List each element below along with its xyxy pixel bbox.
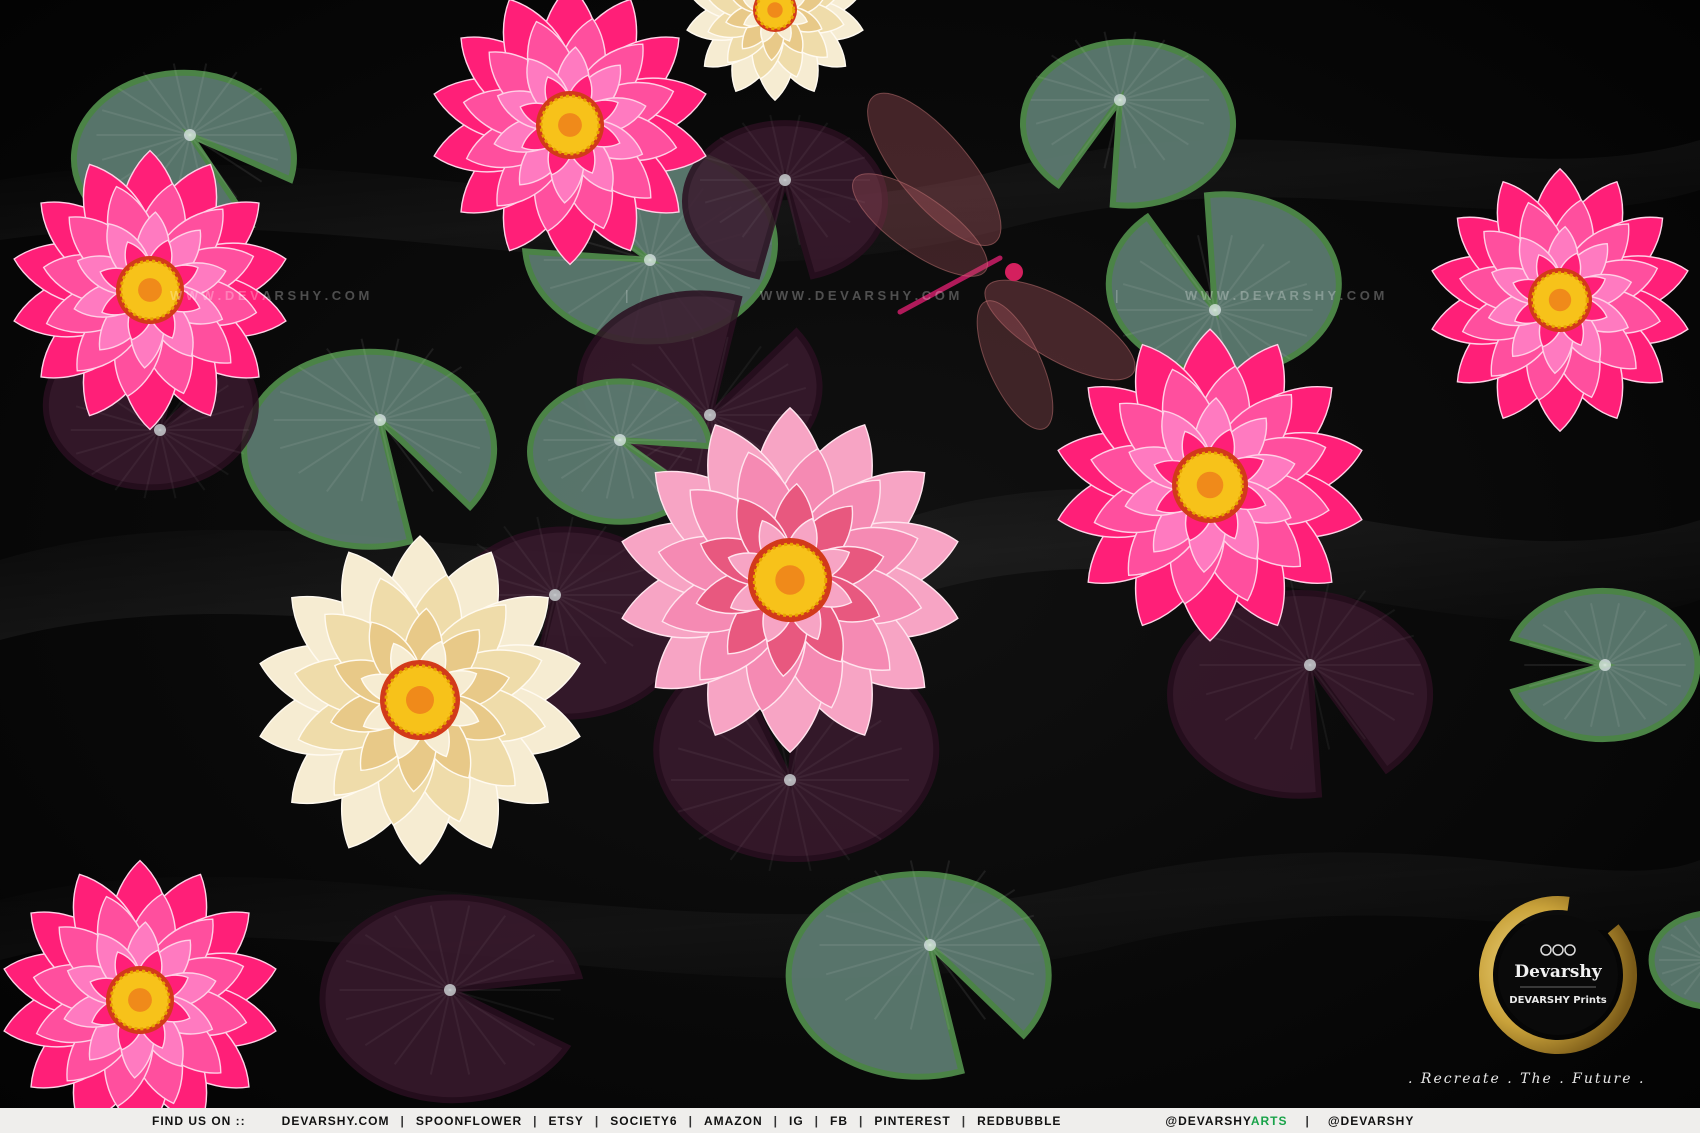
footer-separator: |	[688, 1113, 693, 1128]
footer-link-fb[interactable]: FB	[830, 1114, 848, 1128]
tagline-text: . Recreate . The . Future .	[1408, 1071, 1646, 1087]
logo-brand-name: Devarshy	[1514, 962, 1602, 982]
footer-link-redbubble[interactable]: REDBUBBLE	[977, 1114, 1061, 1128]
footer-separator: |	[859, 1113, 864, 1128]
footer-separator: |	[533, 1113, 538, 1128]
watermark-text-3: W W W . D E V A R S H Y . C O M	[1185, 288, 1384, 303]
watermark-text-1: W W W . D E V A R S H Y . C O M	[170, 288, 369, 303]
watermark-separator: |	[1115, 287, 1119, 303]
footer-separator: |	[1305, 1113, 1310, 1128]
footer-handle-arts-accent: ARTS	[1250, 1113, 1288, 1128]
footer-separator: |	[961, 1113, 967, 1128]
footer-handle-arts[interactable]: @DEVARSHYARTS	[1165, 1114, 1287, 1128]
footer-separator: |	[773, 1113, 778, 1128]
logo-sub-brand: DEVARSHY Prints	[1509, 995, 1607, 1006]
footer-link-spoonflower[interactable]: SPOONFLOWER	[416, 1114, 522, 1128]
footer-link-society6[interactable]: SOCIETY6	[610, 1114, 677, 1128]
footer-link-etsy[interactable]: ETSY	[549, 1114, 584, 1128]
watermark-separator: |	[625, 287, 629, 303]
footer-link-pinterest[interactable]: PINTEREST	[874, 1114, 950, 1128]
footer-link-ig[interactable]: IG	[789, 1114, 804, 1128]
footer-separator: |	[814, 1113, 820, 1128]
footer-bar: FIND US ON :: DEVARSHY.COM | SPOONFLOWER |…	[0, 1108, 1700, 1133]
footer-link-devarshy[interactable]: DEVARSHY.COM	[282, 1114, 390, 1128]
footer-separator: |	[594, 1113, 600, 1128]
footer-handle-arts-main: @DEVARSHY	[1165, 1113, 1251, 1128]
footer-handle-main[interactable]: @DEVARSHY	[1328, 1114, 1415, 1128]
watermark-text-2: W W W . D E V A R S H Y . C O M	[760, 288, 959, 303]
footer-link-amazon[interactable]: AMAZON	[704, 1114, 763, 1128]
devarshy-logo-badge: Devarshy DEVARSHY Prints	[1479, 896, 1637, 1054]
lily-pad	[1509, 587, 1700, 743]
fabric-print-artwork: W W W . D E V A R S H Y . C O M W W W . …	[0, 0, 1700, 1133]
footer-lead-label: FIND US ON ::	[152, 1113, 246, 1128]
footer-separator: |	[400, 1113, 405, 1128]
